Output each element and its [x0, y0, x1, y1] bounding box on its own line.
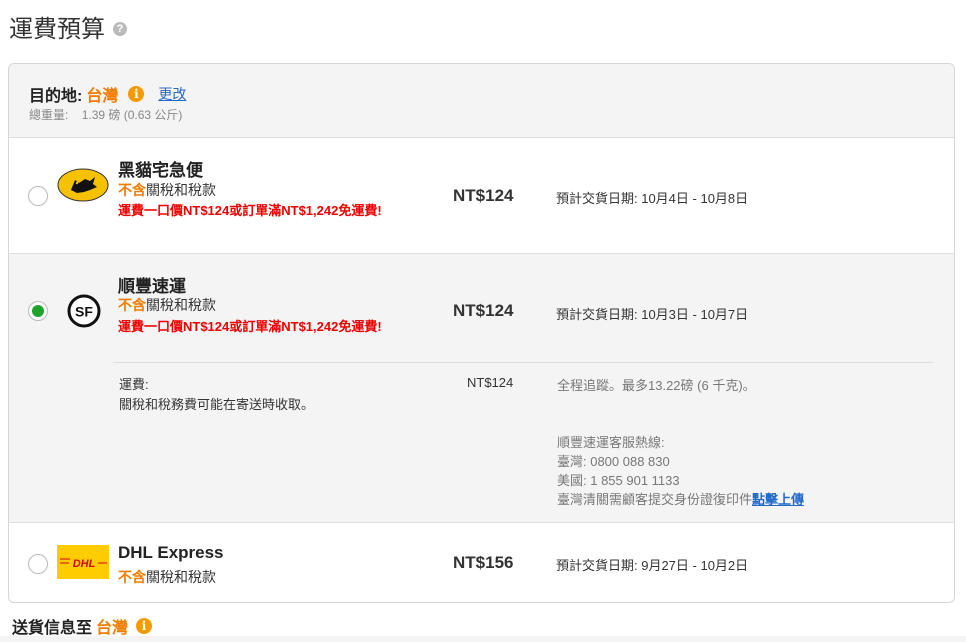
black-cat-logo-icon	[57, 168, 109, 207]
duty-note: 關稅和稅務費可能在寄送時收取。	[119, 397, 315, 412]
shipping-info-label: 送貨信息至	[12, 620, 93, 637]
hotline-usa: 美國: 1 855 901 1133	[557, 473, 680, 488]
tax-note: 不含關稅和稅款	[118, 180, 216, 200]
sf-express-logo-icon: SF	[66, 293, 102, 334]
carrier-name: DHL Express	[118, 543, 224, 562]
dhl-logo-text: DHL	[73, 558, 96, 570]
delivery-estimate: 預計交貨日期: 9月27日 - 10月2日	[556, 558, 749, 573]
fee-breakdown: 運費: 關稅和稅務費可能在寄送時收取。	[119, 375, 314, 415]
destination-label: 目的地:	[29, 88, 83, 105]
tax-note: 不含關稅和稅款	[118, 567, 216, 587]
tax-note: 不含關稅和稅款	[118, 295, 216, 315]
destination-row: 目的地: 台灣 i 更改	[29, 82, 186, 106]
help-icon[interactable]: ?	[113, 21, 127, 36]
tracking-info: 全程追蹤。最多13.22磅 (6 千克)。	[557, 378, 756, 393]
page-title-text: 運費預算	[9, 16, 105, 43]
hotline-taiwan: 臺灣: 0800 088 830	[557, 454, 670, 469]
destination-country: 台灣	[86, 88, 119, 105]
carrier-name: 黑貓宅急便	[118, 161, 203, 180]
shipping-estimate-panel: 目的地: 台灣 i 更改 總重量: 1.39 磅 (0.63 公斤) 黑貓宅急便…	[8, 63, 955, 603]
total-weight: 總重量: 1.39 磅 (0.63 公斤)	[29, 106, 182, 123]
promo-text: 運費一口價NT$124或訂單滿NT$1,242免運費!	[118, 319, 382, 334]
info-icon[interactable]: i	[128, 86, 145, 102]
fee-amount: NT$124	[467, 375, 514, 390]
dhl-logo-icon: DHL	[57, 545, 109, 584]
shipping-price: NT$124	[453, 301, 514, 320]
shipping-option-sf-express[interactable]: SF 順豐速運 不含關稅和稅款 運費一口價NT$124或訂單滿NT$1,242免…	[9, 254, 954, 523]
radio-dhl[interactable]	[28, 554, 48, 574]
tax-text: 關稅和稅款	[146, 297, 216, 313]
tax-text: 關稅和稅款	[146, 182, 216, 198]
radio-black-cat[interactable]	[28, 186, 48, 206]
promo-text: 運費一口價NT$124或訂單滿NT$1,242免運費!	[118, 203, 382, 218]
shipping-option-dhl[interactable]: DHL DHL Express 不含關稅和稅款 NT$156 預計交貨日期: 9…	[9, 523, 954, 602]
shipping-info-heading: 送貨信息至 台灣 i	[12, 614, 153, 638]
info-icon[interactable]: i	[136, 618, 153, 634]
shipping-option-black-cat[interactable]: 黑貓宅急便 不含關稅和稅款 運費一口價NT$124或訂單滿NT$1,242免運費…	[9, 138, 954, 254]
tax-excluded-badge: 不含	[118, 182, 146, 198]
weight-value: 1.39 磅 (0.63 公斤)	[81, 108, 183, 122]
shipping-info-country: 台灣	[96, 620, 129, 637]
customs-note-row: 臺灣清關需顧客提交身份證復印件點擊上傳	[557, 490, 804, 509]
radio-sf-express[interactable]	[28, 301, 48, 321]
sf-express-details: 運費: 關稅和稅務費可能在寄送時收取。 NT$124 全程追蹤。最多13.22磅…	[113, 362, 933, 507]
tax-excluded-badge: 不含	[118, 569, 146, 585]
tax-excluded-badge: 不含	[118, 297, 146, 313]
carrier-name: 順豐速運	[118, 277, 186, 296]
delivery-estimate: 預計交貨日期: 10月4日 - 10月8日	[556, 191, 749, 206]
hotline-title: 順豐速運客服熱線:	[557, 435, 665, 450]
weight-label: 總重量:	[29, 108, 69, 122]
section-divider	[0, 636, 966, 642]
page-title: 運費預算 ?	[9, 9, 127, 44]
delivery-estimate: 預計交貨日期: 10月3日 - 10月7日	[556, 307, 749, 322]
fee-label: 運費:	[119, 377, 149, 392]
destination-header: 目的地: 台灣 i 更改 總重量: 1.39 磅 (0.63 公斤)	[9, 64, 954, 138]
customer-hotline: 順豐速運客服熱線: 臺灣: 0800 088 830 美國: 1 855 901…	[557, 433, 804, 509]
shipping-price: NT$124	[453, 186, 514, 205]
upload-id-link[interactable]: 點擊上傳	[752, 492, 804, 507]
change-destination-link[interactable]: 更改	[158, 84, 186, 104]
customs-note: 臺灣清關需顧客提交身份證復印件	[557, 492, 753, 507]
tax-text: 關稅和稅款	[146, 569, 216, 585]
sf-logo-text: SF	[75, 304, 93, 320]
shipping-price: NT$156	[453, 553, 514, 572]
